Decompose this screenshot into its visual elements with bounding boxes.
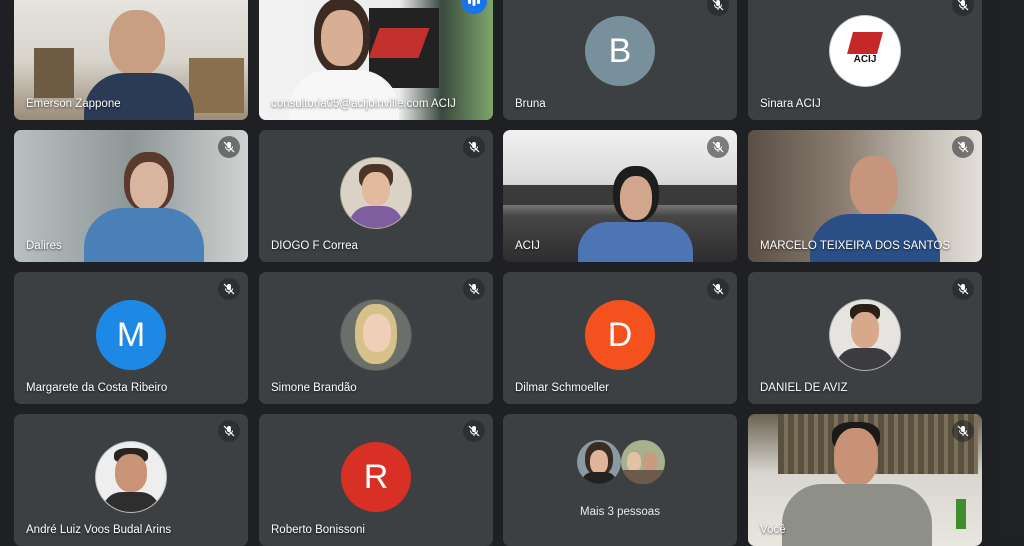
participant-tile[interactable]: consultoria05@acijoinville.com ACIJ — [259, 0, 493, 120]
avatar-letter: R — [363, 457, 389, 496]
mic-off-icon — [463, 278, 485, 300]
participant-avatar — [577, 440, 621, 484]
participant-name: DANIEL DE AVIZ — [760, 382, 848, 394]
mic-off-icon — [463, 136, 485, 158]
mic-off-icon — [707, 136, 729, 158]
participant-name: Você — [760, 524, 786, 536]
acij-logo: ACIJ — [853, 54, 877, 66]
mic-off-icon — [707, 278, 729, 300]
participant-tile[interactable]: ACIJ Sinara ACIJ — [748, 0, 982, 120]
participant-tile[interactable]: MARCELO TEIXEIRA DOS SANTOS — [748, 130, 982, 262]
participant-tile[interactable]: B Bruna — [503, 0, 737, 120]
participant-name: Margarete da Costa Ribeiro — [26, 382, 168, 394]
mic-off-icon — [463, 420, 485, 442]
participant-avatar — [95, 441, 167, 514]
avatar-letter: D — [607, 315, 633, 354]
mic-off-icon — [952, 136, 974, 158]
mic-off-icon — [952, 278, 974, 300]
mic-off-icon — [707, 0, 729, 16]
mic-off-icon — [952, 0, 974, 16]
more-participants-label: Mais 3 pessoas — [580, 506, 660, 518]
participant-tile[interactable]: Simone Brandão — [259, 272, 493, 404]
mic-off-icon — [218, 136, 240, 158]
participant-name: Simone Brandão — [271, 382, 357, 394]
participant-name: Dalires — [26, 240, 62, 252]
mic-off-icon — [952, 420, 974, 442]
participant-avatar: B — [585, 16, 655, 87]
participant-name: Roberto Bonissoni — [271, 524, 365, 536]
participant-tile[interactable]: D Dilmar Schmoeller — [503, 272, 737, 404]
participant-avatar — [829, 299, 901, 372]
more-participants-tile[interactable]: Mais 3 pessoas — [503, 414, 737, 546]
participant-name: MARCELO TEIXEIRA DOS SANTOS — [760, 240, 951, 252]
participant-name: Emerson Zappone — [26, 98, 121, 110]
participant-tile[interactable]: Emerson Zappone — [14, 0, 248, 120]
participant-tile-self[interactable]: Você — [748, 414, 982, 546]
mic-off-icon — [218, 420, 240, 442]
participant-avatar: R — [341, 442, 411, 513]
participant-avatar: M — [96, 300, 166, 371]
participant-name: Sinara ACIJ — [760, 98, 821, 110]
participant-avatar — [340, 299, 412, 372]
participant-tile[interactable]: Dalires — [14, 130, 248, 262]
avatar-letter: M — [116, 315, 146, 354]
participant-tile[interactable]: André Luiz Voos Budal Arins — [14, 414, 248, 546]
side-panel-edge — [995, 0, 1024, 536]
avatar-letter: B — [608, 31, 632, 70]
participant-name: consultoria05@acijoinville.com ACIJ — [271, 98, 456, 110]
participant-tile[interactable]: R Roberto Bonissoni — [259, 414, 493, 546]
participant-name: Dilmar Schmoeller — [515, 382, 609, 394]
participant-name: Bruna — [515, 98, 546, 110]
participant-name: André Luiz Voos Budal Arins — [26, 524, 172, 536]
participant-tile[interactable]: DANIEL DE AVIZ — [748, 272, 982, 404]
participant-name: DIOGO F Correa — [271, 240, 358, 252]
participant-tile[interactable]: DIOGO F Correa — [259, 130, 493, 262]
participant-avatar — [340, 157, 412, 230]
participant-tile[interactable]: M Margarete da Costa Ribeiro — [14, 272, 248, 404]
participant-name: ACIJ — [515, 240, 540, 252]
participant-avatar: D — [585, 300, 655, 371]
participant-avatar: ACIJ — [829, 15, 901, 88]
participant-avatar — [621, 440, 665, 484]
mic-off-icon — [218, 278, 240, 300]
participant-tile[interactable]: ACIJ — [503, 130, 737, 262]
